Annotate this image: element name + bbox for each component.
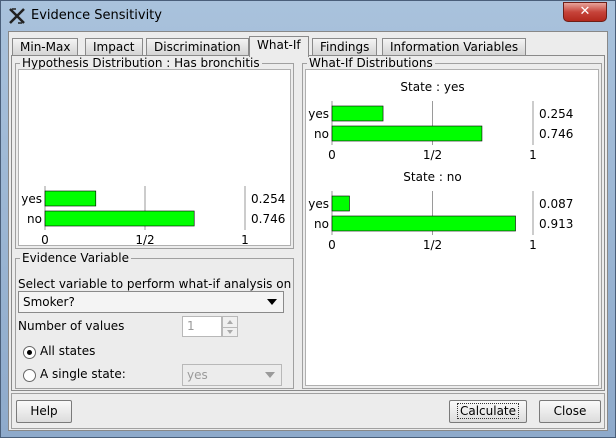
single-state-value: yes [187, 368, 208, 382]
tick-label: 0 [328, 148, 336, 162]
single-state-radio[interactable] [23, 369, 36, 382]
all-states-label: All states [40, 344, 96, 358]
bar-yes [331, 105, 384, 122]
single-state-label: A single state: [40, 367, 126, 381]
close-icon: ✕ [579, 4, 591, 19]
chart-title: State : yes [400, 80, 464, 94]
category-label: yes [308, 107, 329, 121]
category-label: yes [21, 192, 42, 206]
chevron-down-icon [265, 372, 275, 378]
tick-label: 1/2 [423, 238, 442, 252]
tab-discrimination[interactable]: Discrimination [146, 38, 249, 56]
category-label: no [314, 127, 329, 141]
what-if-chart-area: State : yes 0 1/2 1 yes 0.254 no 0.746 State : n… [305, 69, 599, 386]
tick-label: 1 [529, 238, 537, 252]
value-label: 0.254 [251, 192, 285, 206]
bar-no [44, 210, 195, 227]
hypothesis-chart: 0 1/2 1 yes 0.254 no 0.746 [21, 186, 285, 247]
dialog-body: Min-Max Impact Discrimination What-If Fi… [8, 31, 608, 431]
title-bar[interactable]: Evidence Sensitivity ✕ [1, 1, 615, 31]
calculate-button-label: Calculate [456, 403, 520, 419]
calculate-button[interactable]: Calculate [449, 400, 527, 423]
evidence-sensitivity-window: Evidence Sensitivity ✕ Min-Max Impact Di… [0, 0, 616, 438]
tick-label: 1 [529, 148, 537, 162]
value-label: 0.087 [539, 197, 573, 211]
value-label: 0.746 [539, 127, 573, 141]
number-of-values-stepper[interactable] [222, 316, 238, 337]
value-label: 0.913 [539, 217, 573, 231]
category-label: no [27, 212, 42, 226]
chevron-down-icon [267, 299, 277, 305]
bar-no [331, 125, 483, 142]
tab-information-variables[interactable]: Information Variables [382, 38, 527, 56]
tick-label: 0 [328, 238, 336, 252]
close-button[interactable]: Close [539, 400, 601, 423]
what-if-charts: State : yes 0 1/2 1 yes 0.254 no 0.746 State : n… [308, 80, 573, 252]
bar-yes [331, 195, 350, 212]
button-bar: Help Calculate Close [11, 393, 605, 429]
app-icon [9, 8, 25, 24]
number-of-values-input[interactable]: 1 [182, 316, 222, 337]
hypothesis-legend: Hypothesis Distribution : Has bronchitis [22, 56, 260, 70]
evidence-variable-value: Smoker? [23, 295, 75, 309]
help-button[interactable]: Help [16, 400, 72, 423]
tab-min-max[interactable]: Min-Max [12, 38, 79, 56]
single-state-select[interactable]: yes [182, 364, 282, 386]
value-label: 0.254 [539, 107, 573, 121]
number-of-values-label: Number of values [18, 319, 125, 333]
what-if-legend: What-If Distributions [309, 56, 433, 70]
category-label: yes [308, 197, 329, 211]
evidence-legend: Evidence Variable [22, 251, 130, 265]
number-of-values-value: 1 [187, 319, 195, 333]
bar-no [331, 215, 516, 232]
evidence-variable-select[interactable]: Smoker? [18, 291, 284, 313]
tab-findings[interactable]: Findings [312, 38, 378, 56]
tab-what-if[interactable]: What-If [249, 36, 309, 57]
all-states-radio[interactable] [23, 346, 36, 359]
window-title: Evidence Sensitivity [31, 8, 162, 23]
tick-label: 1/2 [135, 233, 154, 245]
category-label: no [314, 217, 329, 231]
chart-title: State : no [403, 170, 461, 184]
stepper-up-icon[interactable] [223, 317, 237, 327]
window-close-button[interactable]: ✕ [563, 2, 607, 22]
stepper-down-icon[interactable] [223, 326, 237, 337]
tab-impact[interactable]: Impact [85, 38, 143, 56]
tick-label: 1/2 [423, 148, 442, 162]
what-if-panel: Hypothesis Distribution : Has bronchitis… [11, 55, 605, 391]
tick-label: 1 [241, 233, 249, 245]
hypothesis-chart-area: 0 1/2 1 yes 0.254 no 0.746 [18, 69, 291, 247]
bar-yes [44, 190, 97, 207]
evidence-instruction: Select variable to perform what-if analy… [18, 277, 292, 291]
tick-label: 0 [41, 233, 49, 245]
value-label: 0.746 [251, 212, 285, 226]
